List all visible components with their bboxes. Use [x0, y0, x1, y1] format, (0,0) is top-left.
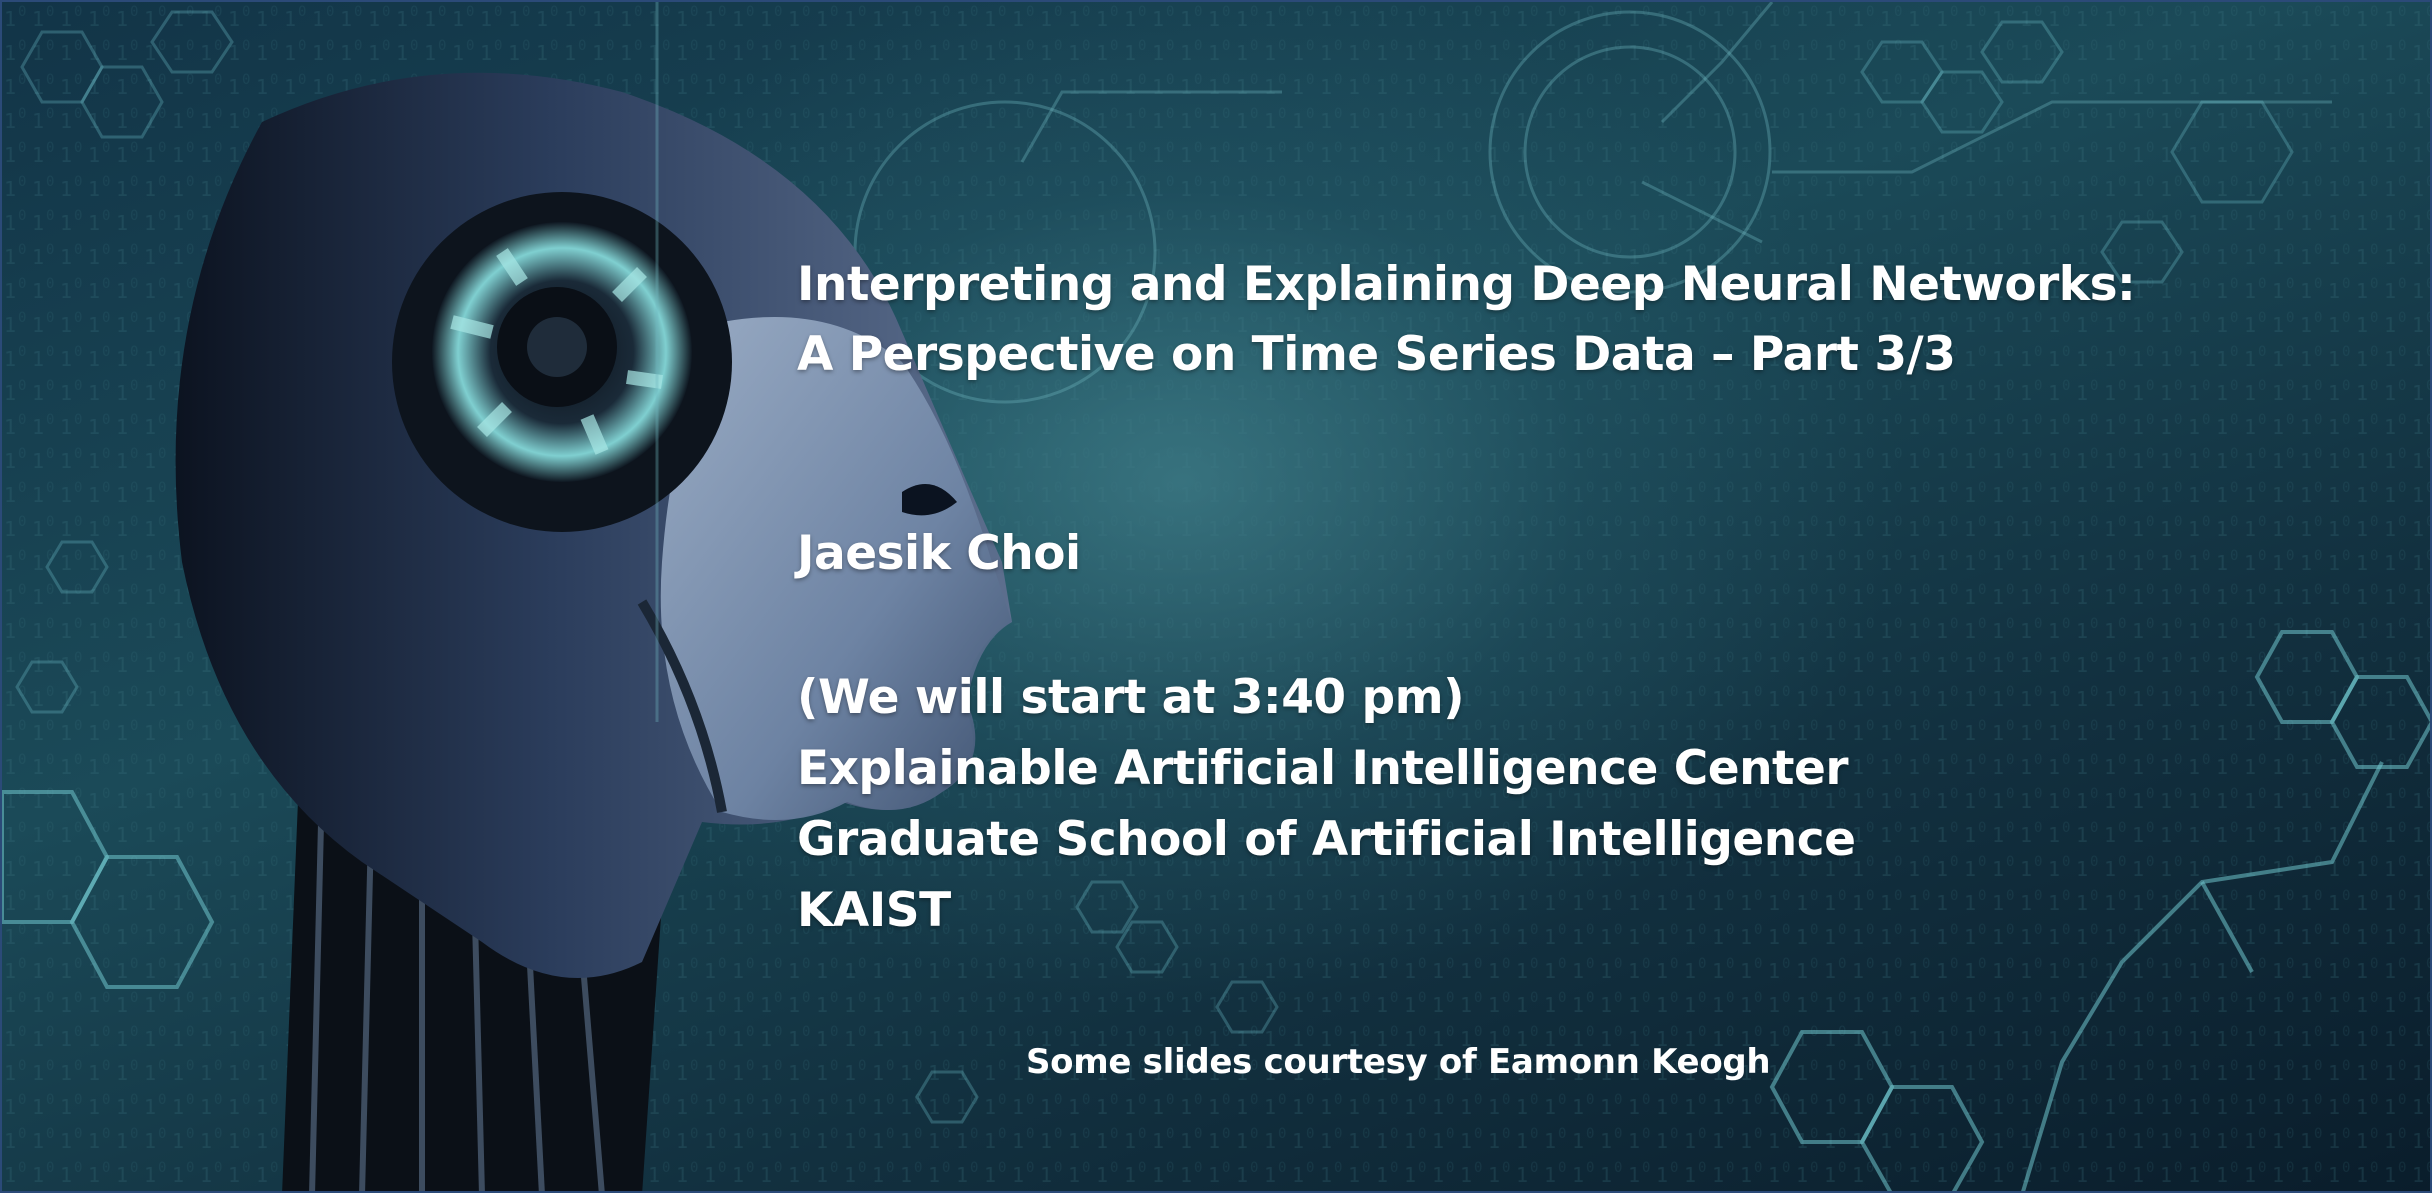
- affiliation-school: Graduate School of Artificial Intelligen…: [797, 812, 1856, 867]
- affiliation-institution: KAIST: [797, 883, 951, 938]
- start-time-note: (We will start at 3:40 pm): [797, 670, 1465, 725]
- author-name: Jaesik Choi: [797, 526, 1081, 581]
- presenter-info: (We will start at 3:40 pm) Explainable A…: [797, 662, 1856, 946]
- slide-credits: Some slides courtesy of Eamonn Keogh: [1026, 1042, 1771, 1082]
- affiliation-center: Explainable Artificial Intelligence Cent…: [797, 741, 1849, 796]
- presentation-slide: 1 0: [0, 0, 2432, 1193]
- slide-title: Interpreting and Explaining Deep Neural …: [797, 250, 2136, 390]
- robot-background-illustration: 1 0: [2, 2, 2430, 1191]
- title-line-2: A Perspective on Time Series Data – Part…: [797, 327, 1956, 382]
- title-line-1: Interpreting and Explaining Deep Neural …: [797, 257, 2136, 312]
